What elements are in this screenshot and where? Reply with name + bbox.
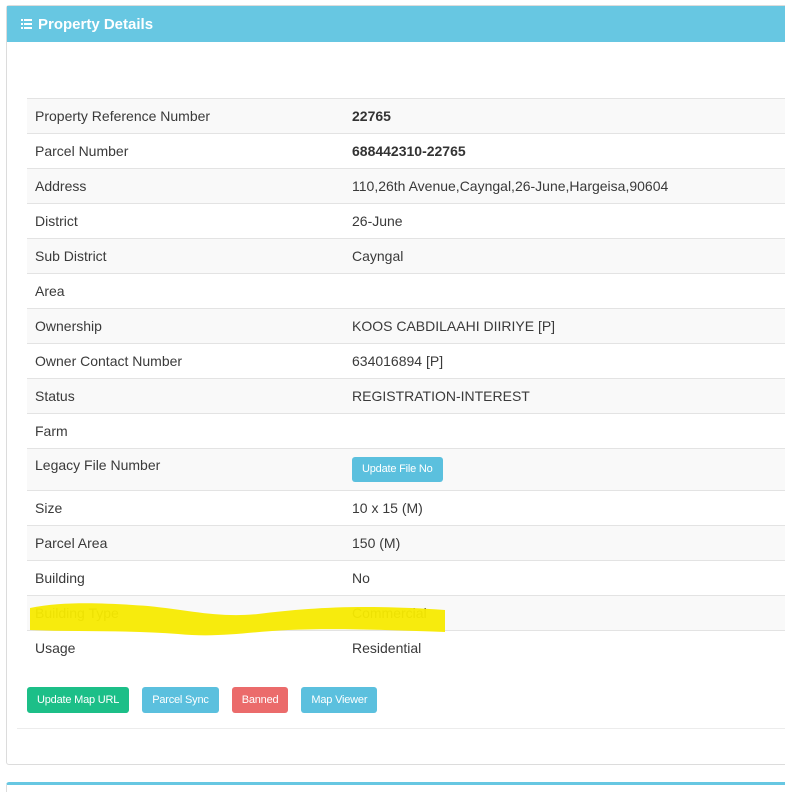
table-row: Building No — [27, 560, 785, 596]
building-value: No — [352, 570, 370, 586]
table-row: Farm — [27, 413, 785, 449]
usage-value: Residential — [352, 640, 422, 657]
action-buttons: Update Map URL Parcel Sync Banned Map Vi… — [27, 687, 378, 713]
row-label: Area — [35, 283, 65, 299]
table-row: Area — [27, 273, 785, 309]
map-viewer-button[interactable]: Map Viewer — [301, 687, 378, 713]
area-value — [344, 274, 785, 309]
row-label: Sub District — [35, 248, 107, 264]
table-row: Property Reference Number 22765 — [27, 98, 785, 134]
ownership-value: KOOS CABDILAAHI DIIRIYE [P] — [352, 318, 556, 334]
owner-contact-value: 634016894 [P] — [352, 353, 444, 369]
row-label: Address — [35, 178, 87, 194]
row-label: Property Reference Number — [35, 108, 211, 124]
district-value: 26-June — [352, 213, 403, 229]
list-icon — [21, 19, 32, 29]
row-label: Building — [35, 570, 85, 586]
table-row: Building Type Commercial — [27, 595, 785, 631]
farm-value — [344, 414, 785, 449]
table-row: Ownership KOOS CABDILAAHI DIIRIYE [P] — [27, 308, 785, 344]
building-type-value: Commercial — [352, 605, 427, 621]
parcel-area-value: 150 (M) — [352, 535, 401, 551]
parcel-sync-button[interactable]: Parcel Sync — [142, 687, 219, 713]
table-row: Sub District Cayngal — [27, 238, 785, 274]
panel-title: Property Details — [38, 15, 154, 33]
status-value: REGISTRATION-INTEREST — [352, 388, 530, 404]
row-label: Owner Contact Number — [35, 353, 183, 369]
row-label: Ownership — [35, 318, 102, 334]
row-label: Usage — [35, 640, 76, 657]
sub-district-value: Cayngal — [352, 248, 404, 264]
table-row: Status REGISTRATION-INTEREST — [27, 378, 785, 414]
table-row: Address 110,26th Avenue,Cayngal,26-June,… — [27, 168, 785, 204]
panel-header: Property Details — [7, 6, 785, 42]
divider — [17, 728, 785, 729]
table-row: District 26-June — [27, 203, 785, 239]
table-row: Owner Contact Number 634016894 [P] — [27, 343, 785, 379]
property-details-table: Property Reference Number 22765 Parcel N… — [27, 98, 785, 666]
next-panel-edge — [6, 782, 785, 792]
parcel-number-value: 688442310-22765 — [352, 143, 466, 159]
row-label: Farm — [35, 423, 68, 439]
size-value: 10 x 15 (M) — [352, 500, 423, 516]
table-row: Parcel Area 150 (M) — [27, 525, 785, 561]
table-row: Size 10 x 15 (M) — [27, 490, 785, 526]
table-row: Legacy File Number Update File No — [27, 448, 785, 491]
table-row: Parcel Number 688442310-22765 — [27, 133, 785, 169]
address-value: 110,26th Avenue,Cayngal,26-June,Hargeisa… — [352, 178, 669, 194]
update-map-url-button[interactable]: Update Map URL — [27, 687, 130, 713]
row-label: Parcel Number — [35, 143, 129, 159]
banned-button[interactable]: Banned — [231, 687, 289, 713]
row-label: District — [35, 213, 78, 229]
row-label: Parcel Area — [35, 535, 108, 551]
update-file-no-button[interactable]: Update File No — [352, 457, 443, 482]
legacy-file-cell: Update File No — [344, 449, 785, 491]
property-reference-value: 22765 — [352, 108, 391, 124]
row-label: Size — [35, 500, 63, 516]
row-label: Legacy File Number — [35, 457, 161, 473]
row-label: Status — [35, 388, 75, 404]
table-row: Usage Residential — [27, 630, 785, 666]
row-label: Building Type — [35, 605, 119, 621]
